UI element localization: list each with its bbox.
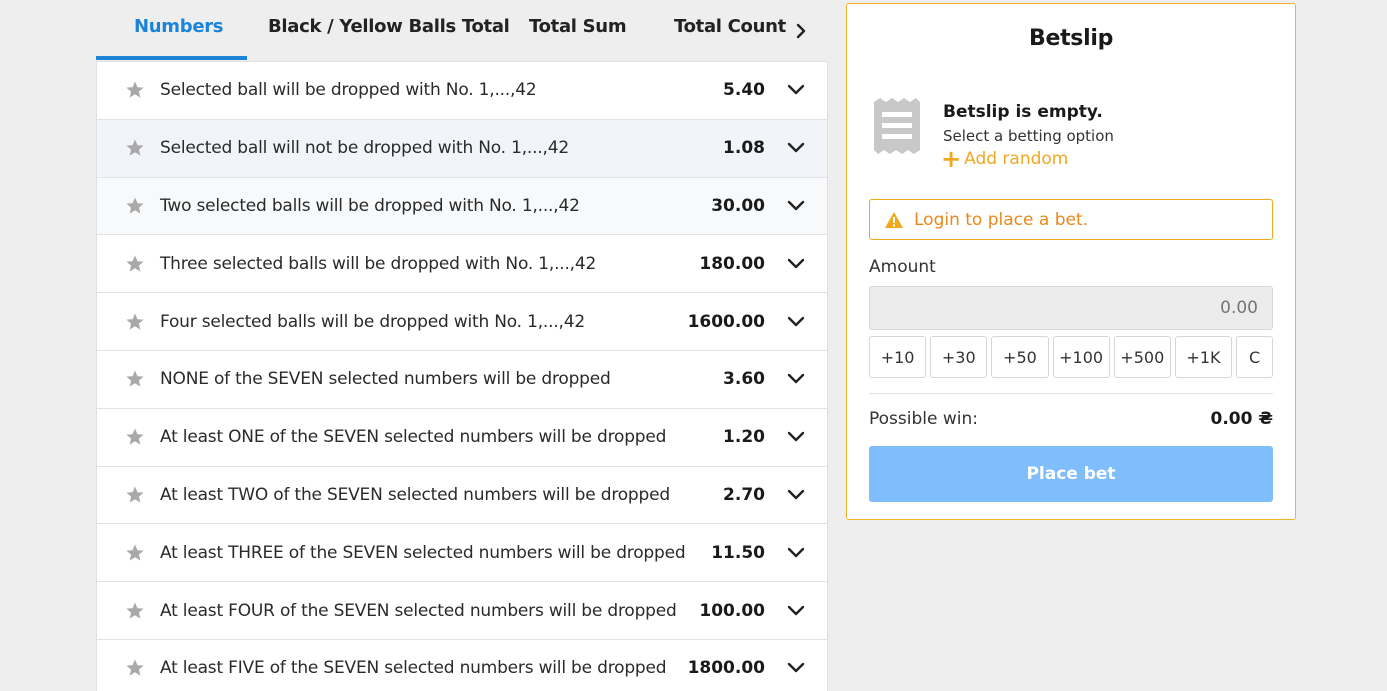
market-row[interactable]: Four selected balls will be dropped with… [97, 293, 827, 351]
betslip-empty-subtitle: Select a betting option [943, 127, 1114, 145]
markets-panel: Numbers Black / Yellow Balls Total Total… [96, 0, 828, 691]
quick-amount-button[interactable]: +50 [991, 336, 1049, 378]
chevron-right-icon[interactable] [792, 20, 810, 42]
star-icon[interactable] [125, 312, 145, 332]
chevron-down-icon[interactable] [787, 84, 805, 96]
market-odds[interactable]: 11.50 [711, 543, 765, 563]
market-odds[interactable]: 1.08 [723, 138, 765, 158]
possible-win-label: Possible win: [869, 409, 978, 429]
quick-amount-button[interactable]: +10 [869, 336, 927, 378]
market-row[interactable]: At least THREE of the SEVEN selected num… [97, 524, 827, 583]
market-row[interactable]: At least FIVE of the SEVEN selected numb… [97, 639, 827, 691]
login-warning-text: Login to place a bet. [914, 209, 1089, 230]
chevron-down-icon[interactable] [787, 258, 805, 270]
quick-amount-button[interactable]: +30 [930, 336, 988, 378]
market-label: Three selected balls will be dropped wit… [160, 253, 597, 274]
market-label: At least FOUR of the SEVEN selected numb… [160, 600, 677, 621]
market-odds[interactable]: 1.20 [723, 427, 765, 447]
chevron-down-icon[interactable] [787, 431, 805, 443]
clear-amount-button[interactable]: C [1236, 336, 1274, 378]
market-tabs: Numbers Black / Yellow Balls Total Total… [96, 0, 828, 61]
tab-total-count[interactable]: Total Count [674, 16, 786, 37]
market-odds[interactable]: 2.70 [723, 485, 765, 505]
warning-icon [885, 211, 903, 228]
possible-win-value: 0.00 ₴ [1210, 409, 1273, 429]
star-icon[interactable] [125, 658, 145, 678]
market-odds[interactable]: 5.40 [723, 80, 765, 100]
market-row[interactable]: Selected ball will be dropped with No. 1… [97, 62, 827, 120]
star-icon[interactable] [125, 369, 145, 389]
chevron-down-icon[interactable] [787, 142, 805, 154]
chevron-down-icon[interactable] [787, 547, 805, 559]
quick-amount-buttons: +10 +30 +50 +100 +500 +1K C [869, 336, 1274, 378]
market-label: At least ONE of the SEVEN selected numbe… [160, 427, 667, 448]
chevron-down-icon[interactable] [787, 605, 805, 617]
market-odds[interactable]: 3.60 [723, 369, 765, 389]
tab-total-sum[interactable]: Total Sum [529, 16, 627, 37]
tab-black-yellow-balls-total[interactable]: Black / Yellow Balls Total [268, 16, 510, 37]
plus-icon: + [941, 145, 962, 173]
market-label: Four selected balls will be dropped with… [160, 311, 585, 332]
tab-numbers[interactable]: Numbers [134, 16, 224, 37]
divider [869, 393, 1273, 394]
market-row[interactable]: At least FOUR of the SEVEN selected numb… [97, 582, 827, 640]
market-row[interactable]: NONE of the SEVEN selected numbers will … [97, 350, 827, 409]
market-odds[interactable]: 1600.00 [688, 312, 765, 332]
chevron-down-icon[interactable] [787, 489, 805, 501]
market-row[interactable]: At least TWO of the SEVEN selected numbe… [97, 466, 827, 525]
quick-amount-button[interactable]: +100 [1052, 336, 1110, 378]
market-row[interactable]: At least ONE of the SEVEN selected numbe… [97, 408, 827, 467]
chevron-down-icon[interactable] [787, 662, 805, 674]
market-odds[interactable]: 30.00 [711, 196, 765, 216]
betslip-empty-title: Betslip is empty. [943, 102, 1103, 122]
quick-amount-button[interactable]: +500 [1113, 336, 1171, 378]
login-warning: Login to place a bet. [869, 199, 1273, 240]
chevron-down-icon[interactable] [787, 200, 805, 212]
add-random-label: Add random [964, 149, 1069, 169]
star-icon[interactable] [125, 427, 145, 447]
betslip-title: Betslip [1028, 26, 1114, 51]
star-icon[interactable] [125, 485, 145, 505]
market-list: Selected ball will be dropped with No. 1… [96, 61, 828, 691]
receipt-icon [874, 98, 920, 154]
star-icon[interactable] [125, 254, 145, 274]
market-label: Selected ball will not be dropped with N… [160, 138, 569, 159]
market-odds[interactable]: 180.00 [699, 254, 765, 274]
amount-input[interactable] [869, 286, 1273, 330]
market-label: At least FIVE of the SEVEN selected numb… [160, 658, 667, 679]
market-row[interactable]: Two selected balls will be dropped with … [97, 177, 827, 236]
betslip-panel: Betslip Betslip is empty. Select a betti… [846, 3, 1296, 520]
chevron-down-icon[interactable] [787, 316, 805, 328]
market-label: NONE of the SEVEN selected numbers will … [160, 369, 611, 390]
quick-amount-button[interactable]: +1K [1174, 336, 1233, 378]
market-row[interactable]: Selected ball will not be dropped with N… [97, 119, 827, 178]
active-tab-indicator [96, 56, 247, 60]
amount-label: Amount [869, 257, 936, 277]
add-random-button[interactable]: + Add random [941, 145, 1069, 173]
star-icon[interactable] [125, 80, 145, 100]
market-label: Selected ball will be dropped with No. 1… [160, 80, 537, 101]
market-odds[interactable]: 100.00 [699, 601, 765, 621]
market-label: At least THREE of the SEVEN selected num… [160, 542, 686, 563]
market-label: At least TWO of the SEVEN selected numbe… [160, 484, 670, 505]
market-row[interactable]: Three selected balls will be dropped wit… [97, 235, 827, 294]
market-label: Two selected balls will be dropped with … [160, 195, 580, 216]
star-icon[interactable] [125, 601, 145, 621]
star-icon[interactable] [125, 196, 145, 216]
market-odds[interactable]: 1800.00 [688, 658, 765, 678]
star-icon[interactable] [125, 138, 145, 158]
star-icon[interactable] [125, 543, 145, 563]
place-bet-button[interactable]: Place bet [869, 446, 1273, 502]
chevron-down-icon[interactable] [787, 373, 805, 385]
